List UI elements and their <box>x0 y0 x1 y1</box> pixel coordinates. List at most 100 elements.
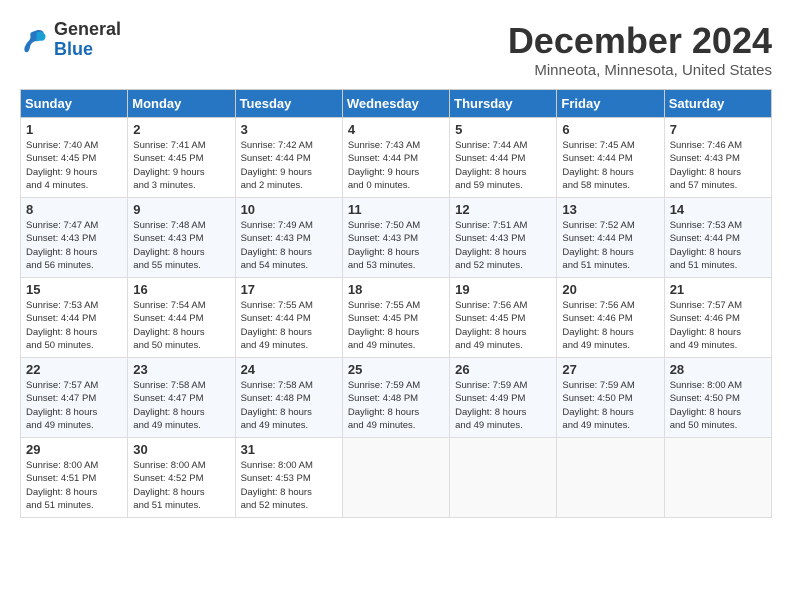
location-subtitle: Minneota, Minnesota, United States <box>508 62 772 79</box>
cell-daylight-info: Sunrise: 7:41 AM Sunset: 4:45 PM Dayligh… <box>133 139 229 192</box>
calendar-cell: 2 Sunrise: 7:41 AM Sunset: 4:45 PM Daylig… <box>128 118 235 198</box>
month-title: December 2024 <box>508 20 772 62</box>
calendar-cell: 16 Sunrise: 7:54 AM Sunset: 4:44 PM Dayli… <box>128 278 235 358</box>
day-number: 27 <box>562 362 658 377</box>
calendar-week-row: 29Sunrise: 8:00 AM Sunset: 4:51 PM Dayli… <box>21 438 772 518</box>
logo: General Blue <box>20 20 121 60</box>
logo-icon <box>20 25 50 55</box>
day-number: 31 <box>241 442 337 457</box>
day-number: 3 <box>241 122 337 137</box>
cell-daylight-info: Sunrise: 8:00 AM Sunset: 4:52 PM Dayligh… <box>133 459 229 512</box>
cell-daylight-info: Sunrise: 7:59 AM Sunset: 4:50 PM Dayligh… <box>562 379 658 432</box>
calendar-cell: 12 Sunrise: 7:51 AM Sunset: 4:43 PM Dayli… <box>450 198 557 278</box>
cell-daylight-info: Sunrise: 7:53 AM Sunset: 4:44 PM Dayligh… <box>26 299 122 352</box>
cell-daylight-info: Sunrise: 7:56 AM Sunset: 4:46 PM Dayligh… <box>562 299 658 352</box>
day-number: 11 <box>348 202 444 217</box>
weekday-header: Thursday <box>450 90 557 118</box>
day-number: 25 <box>348 362 444 377</box>
cell-daylight-info: Sunrise: 8:00 AM Sunset: 4:50 PM Dayligh… <box>670 379 766 432</box>
day-number: 24 <box>241 362 337 377</box>
cell-daylight-info: Sunrise: 7:44 AM Sunset: 4:44 PM Dayligh… <box>455 139 551 192</box>
cell-daylight-info: Sunrise: 7:54 AM Sunset: 4:44 PM Dayligh… <box>133 299 229 352</box>
cell-daylight-info: Sunrise: 7:48 AM Sunset: 4:43 PM Dayligh… <box>133 219 229 272</box>
cell-daylight-info: Sunrise: 7:45 AM Sunset: 4:44 PM Dayligh… <box>562 139 658 192</box>
weekday-header: Sunday <box>21 90 128 118</box>
calendar-cell: 31 Sunrise: 8:00 AM Sunset: 4:53 PM Dayli… <box>235 438 342 518</box>
title-block: December 2024 Minneota, Minnesota, Unite… <box>508 20 772 79</box>
calendar-cell: 4 Sunrise: 7:43 AM Sunset: 4:44 PM Daylig… <box>342 118 449 198</box>
day-number: 17 <box>241 282 337 297</box>
day-number: 13 <box>562 202 658 217</box>
weekday-header: Monday <box>128 90 235 118</box>
calendar-cell: 11Sunrise: 7:50 AM Sunset: 4:43 PM Dayli… <box>342 198 449 278</box>
day-number: 8 <box>26 202 122 217</box>
calendar-week-row: 1 Sunrise: 7:40 AM Sunset: 4:45 PM Daylig… <box>21 118 772 198</box>
calendar-cell: 28 Sunrise: 8:00 AM Sunset: 4:50 PM Dayli… <box>664 358 771 438</box>
day-number: 16 <box>133 282 229 297</box>
day-number: 6 <box>562 122 658 137</box>
day-number: 1 <box>26 122 122 137</box>
day-number: 18 <box>348 282 444 297</box>
cell-daylight-info: Sunrise: 7:58 AM Sunset: 4:48 PM Dayligh… <box>241 379 337 432</box>
calendar-cell: 24 Sunrise: 7:58 AM Sunset: 4:48 PM Dayli… <box>235 358 342 438</box>
day-number: 20 <box>562 282 658 297</box>
day-number: 4 <box>348 122 444 137</box>
day-number: 26 <box>455 362 551 377</box>
cell-daylight-info: Sunrise: 7:58 AM Sunset: 4:47 PM Dayligh… <box>133 379 229 432</box>
cell-daylight-info: Sunrise: 7:43 AM Sunset: 4:44 PM Dayligh… <box>348 139 444 192</box>
cell-daylight-info: Sunrise: 7:51 AM Sunset: 4:43 PM Dayligh… <box>455 219 551 272</box>
calendar-cell: 7Sunrise: 7:46 AM Sunset: 4:43 PM Daylig… <box>664 118 771 198</box>
weekday-header: Saturday <box>664 90 771 118</box>
day-number: 15 <box>26 282 122 297</box>
calendar-cell: 15 Sunrise: 7:53 AM Sunset: 4:44 PM Dayli… <box>21 278 128 358</box>
calendar-body: 1 Sunrise: 7:40 AM Sunset: 4:45 PM Daylig… <box>21 118 772 518</box>
calendar-cell <box>342 438 449 518</box>
calendar-cell: 10 Sunrise: 7:49 AM Sunset: 4:43 PM Dayli… <box>235 198 342 278</box>
day-number: 28 <box>670 362 766 377</box>
day-number: 2 <box>133 122 229 137</box>
calendar-cell: 25 Sunrise: 7:59 AM Sunset: 4:48 PM Dayli… <box>342 358 449 438</box>
logo-text: General Blue <box>54 20 121 60</box>
calendar-cell <box>450 438 557 518</box>
cell-daylight-info: Sunrise: 7:49 AM Sunset: 4:43 PM Dayligh… <box>241 219 337 272</box>
calendar-cell: 19 Sunrise: 7:56 AM Sunset: 4:45 PM Dayli… <box>450 278 557 358</box>
calendar-cell: 26 Sunrise: 7:59 AM Sunset: 4:49 PM Dayli… <box>450 358 557 438</box>
cell-daylight-info: Sunrise: 7:56 AM Sunset: 4:45 PM Dayligh… <box>455 299 551 352</box>
calendar-week-row: 8 Sunrise: 7:47 AM Sunset: 4:43 PM Daylig… <box>21 198 772 278</box>
cell-daylight-info: Sunrise: 7:55 AM Sunset: 4:45 PM Dayligh… <box>348 299 444 352</box>
day-number: 21 <box>670 282 766 297</box>
day-number: 9 <box>133 202 229 217</box>
calendar-cell: 21 Sunrise: 7:57 AM Sunset: 4:46 PM Dayli… <box>664 278 771 358</box>
cell-daylight-info: Sunrise: 7:59 AM Sunset: 4:49 PM Dayligh… <box>455 379 551 432</box>
day-number: 10 <box>241 202 337 217</box>
day-number: 5 <box>455 122 551 137</box>
cell-daylight-info: Sunrise: 7:55 AM Sunset: 4:44 PM Dayligh… <box>241 299 337 352</box>
cell-daylight-info: Sunrise: 7:53 AM Sunset: 4:44 PM Dayligh… <box>670 219 766 272</box>
cell-daylight-info: Sunrise: 7:40 AM Sunset: 4:45 PM Dayligh… <box>26 139 122 192</box>
cell-daylight-info: Sunrise: 7:47 AM Sunset: 4:43 PM Dayligh… <box>26 219 122 272</box>
day-number: 22 <box>26 362 122 377</box>
calendar-week-row: 15 Sunrise: 7:53 AM Sunset: 4:44 PM Dayli… <box>21 278 772 358</box>
day-number: 19 <box>455 282 551 297</box>
calendar-cell: 22 Sunrise: 7:57 AM Sunset: 4:47 PM Dayli… <box>21 358 128 438</box>
cell-daylight-info: Sunrise: 7:59 AM Sunset: 4:48 PM Dayligh… <box>348 379 444 432</box>
cell-daylight-info: Sunrise: 7:57 AM Sunset: 4:47 PM Dayligh… <box>26 379 122 432</box>
weekday-header: Tuesday <box>235 90 342 118</box>
calendar-cell: 3Sunrise: 7:42 AM Sunset: 4:44 PM Daylig… <box>235 118 342 198</box>
calendar-cell: 29Sunrise: 8:00 AM Sunset: 4:51 PM Dayli… <box>21 438 128 518</box>
weekday-header: Friday <box>557 90 664 118</box>
day-number: 30 <box>133 442 229 457</box>
calendar-cell <box>557 438 664 518</box>
calendar-cell: 27 Sunrise: 7:59 AM Sunset: 4:50 PM Dayli… <box>557 358 664 438</box>
page-header: General Blue December 2024 Minneota, Min… <box>20 20 772 79</box>
cell-daylight-info: Sunrise: 8:00 AM Sunset: 4:53 PM Dayligh… <box>241 459 337 512</box>
weekday-header: Wednesday <box>342 90 449 118</box>
day-number: 14 <box>670 202 766 217</box>
calendar-cell: 30 Sunrise: 8:00 AM Sunset: 4:52 PM Dayli… <box>128 438 235 518</box>
calendar-cell: 8 Sunrise: 7:47 AM Sunset: 4:43 PM Daylig… <box>21 198 128 278</box>
calendar-header-row: SundayMondayTuesdayWednesdayThursdayFrid… <box>21 90 772 118</box>
calendar-cell: 1 Sunrise: 7:40 AM Sunset: 4:45 PM Daylig… <box>21 118 128 198</box>
cell-daylight-info: Sunrise: 7:57 AM Sunset: 4:46 PM Dayligh… <box>670 299 766 352</box>
cell-daylight-info: Sunrise: 7:46 AM Sunset: 4:43 PM Dayligh… <box>670 139 766 192</box>
day-number: 12 <box>455 202 551 217</box>
